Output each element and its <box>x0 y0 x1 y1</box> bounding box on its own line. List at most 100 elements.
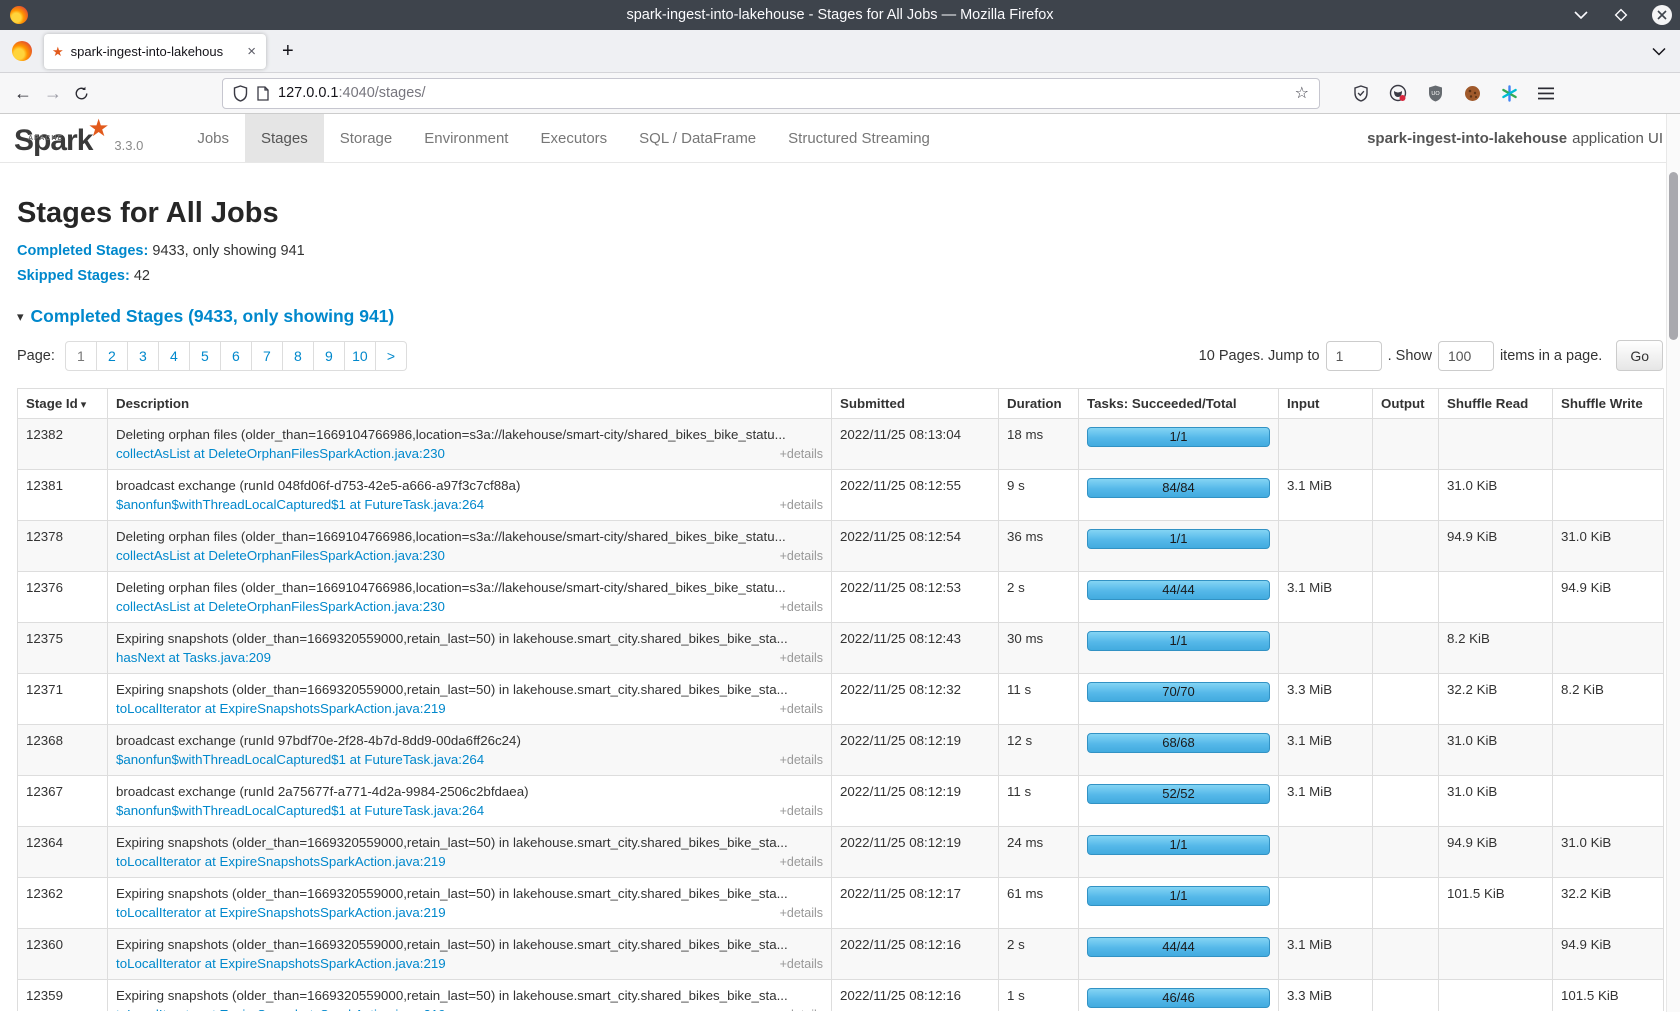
tasks-cell: 1/1 <box>1079 623 1279 674</box>
spark-nav-item-sql-dataframe[interactable]: SQL / DataFrame <box>623 114 772 162</box>
skipped-stages-link[interactable]: Skipped Stages: <box>17 268 130 284</box>
input-cell: 3.1 MiB <box>1279 929 1373 980</box>
page-button-2[interactable]: 2 <box>97 342 127 370</box>
new-tab-button[interactable]: + <box>282 40 294 63</box>
jump-to-page-input[interactable] <box>1326 341 1382 371</box>
items-per-page-input[interactable] <box>1438 341 1494 371</box>
tracking-shield-icon[interactable] <box>233 85 248 102</box>
page-button-5[interactable]: 5 <box>190 342 220 370</box>
page-button-4[interactable]: 4 <box>159 342 189 370</box>
completed-stages-section-toggle[interactable]: ▾ Completed Stages (9433, only showing 9… <box>17 306 1663 327</box>
list-tabs-chevron-icon[interactable] <box>1652 47 1666 56</box>
column-header-input[interactable]: Input <box>1279 389 1373 419</box>
details-toggle[interactable]: +details <box>780 753 823 767</box>
page-button-1[interactable]: 1 <box>66 342 96 370</box>
back-button[interactable]: ← <box>8 83 38 104</box>
scrollbar-thumb[interactable] <box>1669 172 1678 340</box>
go-button[interactable]: Go <box>1616 340 1663 371</box>
ublock-shield-icon[interactable]: UO <box>1426 84 1444 102</box>
cookie-icon[interactable] <box>1463 84 1481 102</box>
stage-callsite-link[interactable]: collectAsList at DeleteOrphanFilesSparkA… <box>116 446 445 461</box>
spark-nav-item-environment[interactable]: Environment <box>408 114 524 162</box>
reload-icon[interactable] <box>74 86 104 101</box>
page-scrollbar[interactable] <box>1666 114 1680 1012</box>
maximize-icon[interactable] <box>1612 6 1630 24</box>
firefox-view-icon[interactable] <box>12 41 32 61</box>
stage-callsite-link[interactable]: hasNext at Tasks.java:209 <box>116 650 271 665</box>
spark-nav-item-structured-streaming[interactable]: Structured Streaming <box>772 114 946 162</box>
bookmark-star-icon[interactable]: ☆ <box>1295 83 1309 103</box>
application-ui-title: spark-ingest-into-lakehouseapplication U… <box>1367 114 1663 163</box>
column-header-shuffle-write[interactable]: Shuffle Write <box>1553 389 1664 419</box>
minimize-icon[interactable] <box>1572 6 1590 24</box>
details-toggle[interactable]: +details <box>780 957 823 971</box>
spark-nav-item-stages[interactable]: Stages <box>245 114 324 162</box>
page-button-10[interactable]: 10 <box>345 342 375 370</box>
shuffle-write-cell: 31.0 KiB <box>1553 827 1664 878</box>
spark-nav-item-jobs[interactable]: Jobs <box>181 114 245 162</box>
details-toggle[interactable]: +details <box>780 1008 823 1011</box>
page-button-3[interactable]: 3 <box>128 342 158 370</box>
stage-callsite-link[interactable]: collectAsList at DeleteOrphanFilesSparkA… <box>116 599 445 614</box>
details-toggle[interactable]: +details <box>780 855 823 869</box>
details-toggle[interactable]: +details <box>780 549 823 563</box>
forward-button[interactable]: → <box>38 83 68 104</box>
close-icon[interactable] <box>1652 5 1672 25</box>
column-header-description[interactable]: Description <box>108 389 832 419</box>
shuffle-write-cell <box>1553 725 1664 776</box>
privacy-mask-icon[interactable] <box>1389 84 1407 102</box>
spark-nav-item-executors[interactable]: Executors <box>524 114 623 162</box>
page-button-6[interactable]: 6 <box>221 342 251 370</box>
completed-stages-link[interactable]: Completed Stages: <box>17 243 148 259</box>
stage-callsite-link[interactable]: toLocalIterator at ExpireSnapshotsSparkA… <box>116 905 446 920</box>
browser-toolbar: ← → 127.0.0.1:4040/stages/ ☆ UO <box>0 73 1680 114</box>
table-row: 12381 broadcast exchange (runId 048fd06f… <box>18 470 1664 521</box>
duration-cell: 36 ms <box>999 521 1079 572</box>
stage-callsite-link[interactable]: $anonfun$withThreadLocalCaptured$1 at Fu… <box>116 497 484 512</box>
url-host: 127.0.0.1 <box>278 85 338 101</box>
spark-nav-item-storage[interactable]: Storage <box>324 114 409 162</box>
tab-close-icon[interactable]: × <box>245 43 258 60</box>
column-label: Tasks: Succeeded/Total <box>1087 396 1237 411</box>
column-header-output[interactable]: Output <box>1373 389 1439 419</box>
next-page-button[interactable]: > <box>376 342 406 370</box>
details-toggle[interactable]: +details <box>780 600 823 614</box>
stage-callsite-link[interactable]: $anonfun$withThreadLocalCaptured$1 at Fu… <box>116 803 484 818</box>
column-header-duration[interactable]: Duration <box>999 389 1079 419</box>
details-toggle[interactable]: +details <box>780 906 823 920</box>
column-header-submitted[interactable]: Submitted <box>832 389 999 419</box>
spark-star-icon: ★ <box>88 114 109 144</box>
submitted-cell: 2022/11/25 08:12:54 <box>832 521 999 572</box>
details-toggle[interactable]: +details <box>780 498 823 512</box>
stage-callsite-link[interactable]: toLocalIterator at ExpireSnapshotsSparkA… <box>116 956 446 971</box>
column-label: Description <box>116 396 189 411</box>
page-info-icon[interactable] <box>257 86 269 101</box>
stage-callsite-link[interactable]: $anonfun$withThreadLocalCaptured$1 at Fu… <box>116 752 484 767</box>
stage-callsite-link[interactable]: collectAsList at DeleteOrphanFilesSparkA… <box>116 548 445 563</box>
spark-logo[interactable]: APACHESpark★ 3.3.0 <box>0 114 153 162</box>
menu-hamburger-icon[interactable] <box>1537 84 1555 102</box>
browser-tab[interactable]: ★ spark-ingest-into-lakehous × <box>44 34 266 69</box>
column-header-tasks-succeeded-total[interactable]: Tasks: Succeeded/Total <box>1079 389 1279 419</box>
stage-callsite-link[interactable]: toLocalIterator at ExpireSnapshotsSparkA… <box>116 701 446 716</box>
colorful-asterisk-icon[interactable] <box>1500 84 1518 102</box>
page-button-9[interactable]: 9 <box>314 342 344 370</box>
details-toggle[interactable]: +details <box>780 702 823 716</box>
shuffle-read-cell: 94.9 KiB <box>1439 827 1553 878</box>
svg-text:UO: UO <box>1431 90 1440 96</box>
page-button-8[interactable]: 8 <box>283 342 313 370</box>
stage-callsite-link[interactable]: toLocalIterator at ExpireSnapshotsSparkA… <box>116 1007 446 1011</box>
pagination-row: Page: 12345678910> 10 Pages. Jump to . S… <box>17 340 1663 371</box>
tasks-progress-label: 1/1 <box>1169 837 1187 852</box>
pocket-shield-check-icon[interactable] <box>1352 84 1370 102</box>
details-toggle[interactable]: +details <box>780 651 823 665</box>
page-button-7[interactable]: 7 <box>252 342 282 370</box>
table-row: 12378 Deleting orphan files (older_than=… <box>18 521 1664 572</box>
url-bar[interactable]: 127.0.0.1:4040/stages/ ☆ <box>222 78 1320 109</box>
details-toggle[interactable]: +details <box>780 804 823 818</box>
details-toggle[interactable]: +details <box>780 447 823 461</box>
column-header-stage-id[interactable]: Stage Id▾ <box>18 389 108 419</box>
column-header-shuffle-read[interactable]: Shuffle Read <box>1439 389 1553 419</box>
stage-callsite-link[interactable]: toLocalIterator at ExpireSnapshotsSparkA… <box>116 854 446 869</box>
stage-id-cell: 12378 <box>18 521 108 572</box>
